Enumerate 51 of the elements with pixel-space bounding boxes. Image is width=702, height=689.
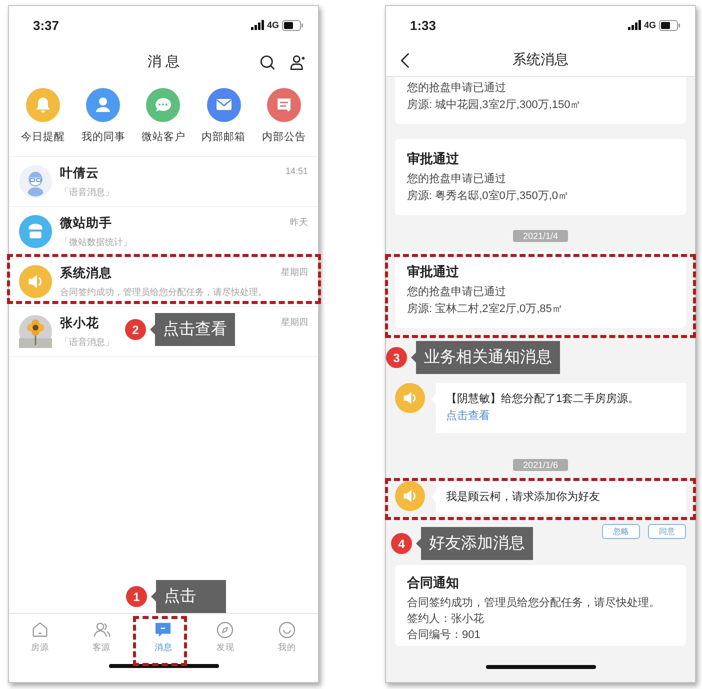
message-time: 星期四 (281, 266, 308, 278)
action-button[interactable]: 同意 (648, 524, 686, 539)
shortcut-button[interactable]: 今日提醒 (21, 88, 66, 144)
message-text: 我是顾云柯，请求添加你为好友 (446, 491, 600, 503)
tab-button[interactable]: 客源 (70, 614, 133, 664)
shortcut-button[interactable]: 内部公告 (262, 88, 306, 144)
card-text: 您的抢盘申请已通过 (407, 172, 507, 187)
card-text: 合同签约成功，管理员给您分配任务，请尽快处理。 (407, 596, 661, 611)
callout-label: 点击查看 (150, 313, 235, 346)
message-preview: 「微站数据统计」 (60, 236, 132, 248)
message-preview: 「语音消息」 (60, 336, 114, 348)
page-title: 系统消息 (512, 51, 568, 69)
message-preview: 合同签约成功，管理员给您分配任务，请尽快处理。 (60, 286, 267, 298)
card-text: 签约人：张小花 (407, 612, 485, 627)
card-text: 房源: 城中花园,3室2厅,300万,150㎡ (407, 98, 582, 113)
message-text: 【阴慧敏】给您分配了1套二手房房源。 (446, 393, 640, 405)
card-text: 房源: 宝林二村,2室2厅,0万,85㎡ (407, 302, 564, 317)
callout-label: 好友添加消息 (416, 527, 533, 560)
status-time: 3:37 (33, 18, 60, 32)
card-title: 审批通过 (407, 150, 460, 168)
action-button[interactable]: 忽略 (602, 524, 640, 539)
card-title: 审批通过 (407, 263, 460, 281)
view-link[interactable]: 点击查看 (446, 410, 490, 422)
network-label: 4G (644, 20, 656, 30)
contact-name: 微站助手 (60, 214, 112, 232)
shortcut-button[interactable]: 我的同事 (81, 88, 126, 144)
contact-name: 叶倩云 (60, 164, 99, 182)
callout-label: 点击 (151, 580, 226, 613)
card-text: 合同编号：901 (407, 628, 482, 643)
card-text: 房源: 粤秀名邸,0室0厅,350万,0㎡ (407, 188, 570, 204)
message-time: 14:51 (285, 166, 308, 176)
message-time: 星期四 (281, 316, 308, 328)
tab-button[interactable]: 房源 (9, 614, 71, 664)
message-preview: 「语音消息」 (60, 186, 114, 198)
network-label: 4G (266, 20, 279, 30)
date-label: 2021/1/4 (512, 230, 568, 242)
tab-button[interactable]: 发现 (194, 614, 256, 664)
status-time: 1:33 (410, 18, 438, 32)
contact-name: 张小花 (60, 314, 99, 332)
callout-label: 业务相关通知消息 (411, 341, 560, 374)
contact-name: 系统消息 (60, 264, 112, 282)
page-title: 消 息 (148, 53, 180, 71)
card-title: 合同通知 (407, 574, 460, 592)
message-time: 昨天 (290, 216, 308, 228)
shortcut-button[interactable]: 内部邮箱 (202, 88, 246, 144)
tab-button[interactable]: 我的 (256, 614, 318, 664)
tab-button[interactable]: 消息 (132, 614, 194, 664)
card-text: 您的抢盘申请已通过 (407, 80, 507, 96)
date-label: 2021/1/6 (512, 459, 568, 471)
card-text: 您的抢盘申请已通过 (407, 284, 507, 300)
shortcut-button[interactable]: 微站客户 (141, 88, 186, 144)
